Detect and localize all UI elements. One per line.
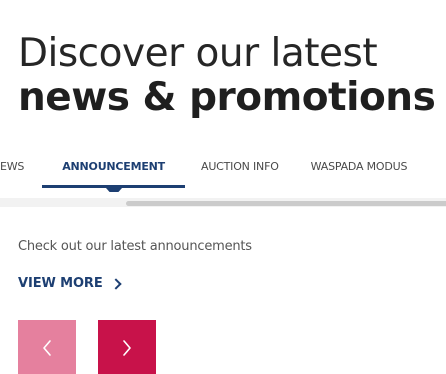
tabs-scrollbar-thumb[interactable] — [126, 201, 446, 206]
tab-auction-info[interactable]: AUCTION INFO — [185, 150, 295, 180]
tab-announcement[interactable]: ANNOUNCEMENT — [42, 150, 185, 192]
view-more-link[interactable]: VIEW MORE — [18, 276, 122, 291]
heading-line-2: news & promotions — [18, 75, 436, 120]
heading-line-1: Discover our latest — [18, 31, 378, 76]
tab-bar: EWS ANNOUNCEMENT AUCTION INFO WASPADA MO… — [0, 150, 424, 192]
chevron-right-icon — [123, 340, 131, 356]
tab-announcement-label: ANNOUNCEMENT — [62, 160, 165, 173]
tab-news-label: EWS — [0, 160, 25, 173]
active-tab-caret-icon — [105, 188, 122, 192]
section-heading: Discover our latest news & promotions — [18, 34, 446, 117]
tabs-scroll-area[interactable]: EWS ANNOUNCEMENT AUCTION INFO WASPADA MO… — [0, 150, 446, 192]
tab-waspada-modus[interactable]: WASPADA MODUS — [295, 150, 424, 180]
section-intro-text: Check out our latest announcements — [18, 239, 252, 254]
chevron-left-icon — [43, 340, 51, 356]
carousel-prev-button[interactable] — [18, 320, 76, 374]
tab-news[interactable]: EWS — [0, 150, 42, 180]
carousel-next-button[interactable] — [98, 320, 156, 374]
view-more-label: VIEW MORE — [18, 276, 103, 291]
chevron-right-icon — [109, 277, 122, 290]
tab-waspada-modus-label: WASPADA MODUS — [310, 160, 408, 173]
tab-auction-info-label: AUCTION INFO — [201, 160, 279, 173]
